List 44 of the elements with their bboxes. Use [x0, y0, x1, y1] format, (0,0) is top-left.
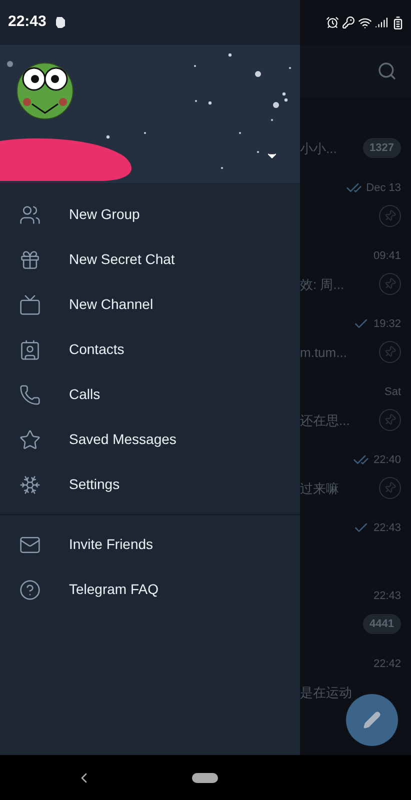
message-preview: 效: 周... [300, 278, 344, 290]
contact-icon [19, 338, 41, 360]
home-pill[interactable] [192, 772, 218, 782]
signal-icon [375, 16, 388, 29]
chat-time: 22:43 [373, 588, 401, 604]
chat-time: 22:42 [373, 656, 401, 672]
menu-item[interactable]: Settings [0, 462, 300, 507]
menu-item[interactable]: New Channel [0, 282, 300, 327]
message-preview: 过来嘛 [300, 482, 339, 494]
pencil-icon [363, 711, 381, 729]
message-preview: m.tum... [300, 346, 347, 358]
avatar [14, 60, 76, 120]
unread-count: 4441 [362, 614, 401, 634]
chat-time: Dec 13 [366, 180, 401, 196]
menu-item[interactable]: Saved Messages [0, 417, 300, 462]
alarm-icon [326, 16, 339, 29]
battery-icon [391, 16, 405, 30]
unread-count: 1327 [362, 138, 401, 158]
tv-icon [19, 294, 41, 316]
message-preview: 还在思... [300, 414, 350, 426]
gift-icon [19, 248, 41, 270]
chat-time: 09:41 [373, 248, 401, 264]
key-icon [342, 16, 355, 29]
menu-item[interactable]: Invite Friends [0, 522, 300, 567]
menu-item[interactable]: New Group [0, 192, 300, 237]
snowflake-icon [19, 474, 41, 496]
menu-item[interactable]: Contacts [0, 327, 300, 372]
message-preview: 是在运动 [300, 686, 352, 698]
people-icon [19, 204, 41, 226]
menu-item[interactable]: Telegram FAQ [0, 567, 300, 612]
phone-icon [19, 384, 41, 406]
notification-icon [55, 16, 66, 29]
star-icon [19, 428, 41, 450]
chat-time: 19:32 [373, 316, 401, 332]
message-preview: 小小... [300, 142, 337, 154]
question-icon [19, 578, 41, 600]
menu-item[interactable]: Calls [0, 372, 300, 417]
status-time: 22:43 [8, 12, 46, 32]
menu-item[interactable]: New Secret Chat [0, 237, 300, 282]
wifi-icon [358, 16, 372, 30]
chat-time: Sat [384, 384, 401, 400]
chat-time: 22:40 [373, 452, 401, 468]
search-icon[interactable] [377, 61, 397, 81]
chat-time: 22:43 [373, 520, 401, 536]
